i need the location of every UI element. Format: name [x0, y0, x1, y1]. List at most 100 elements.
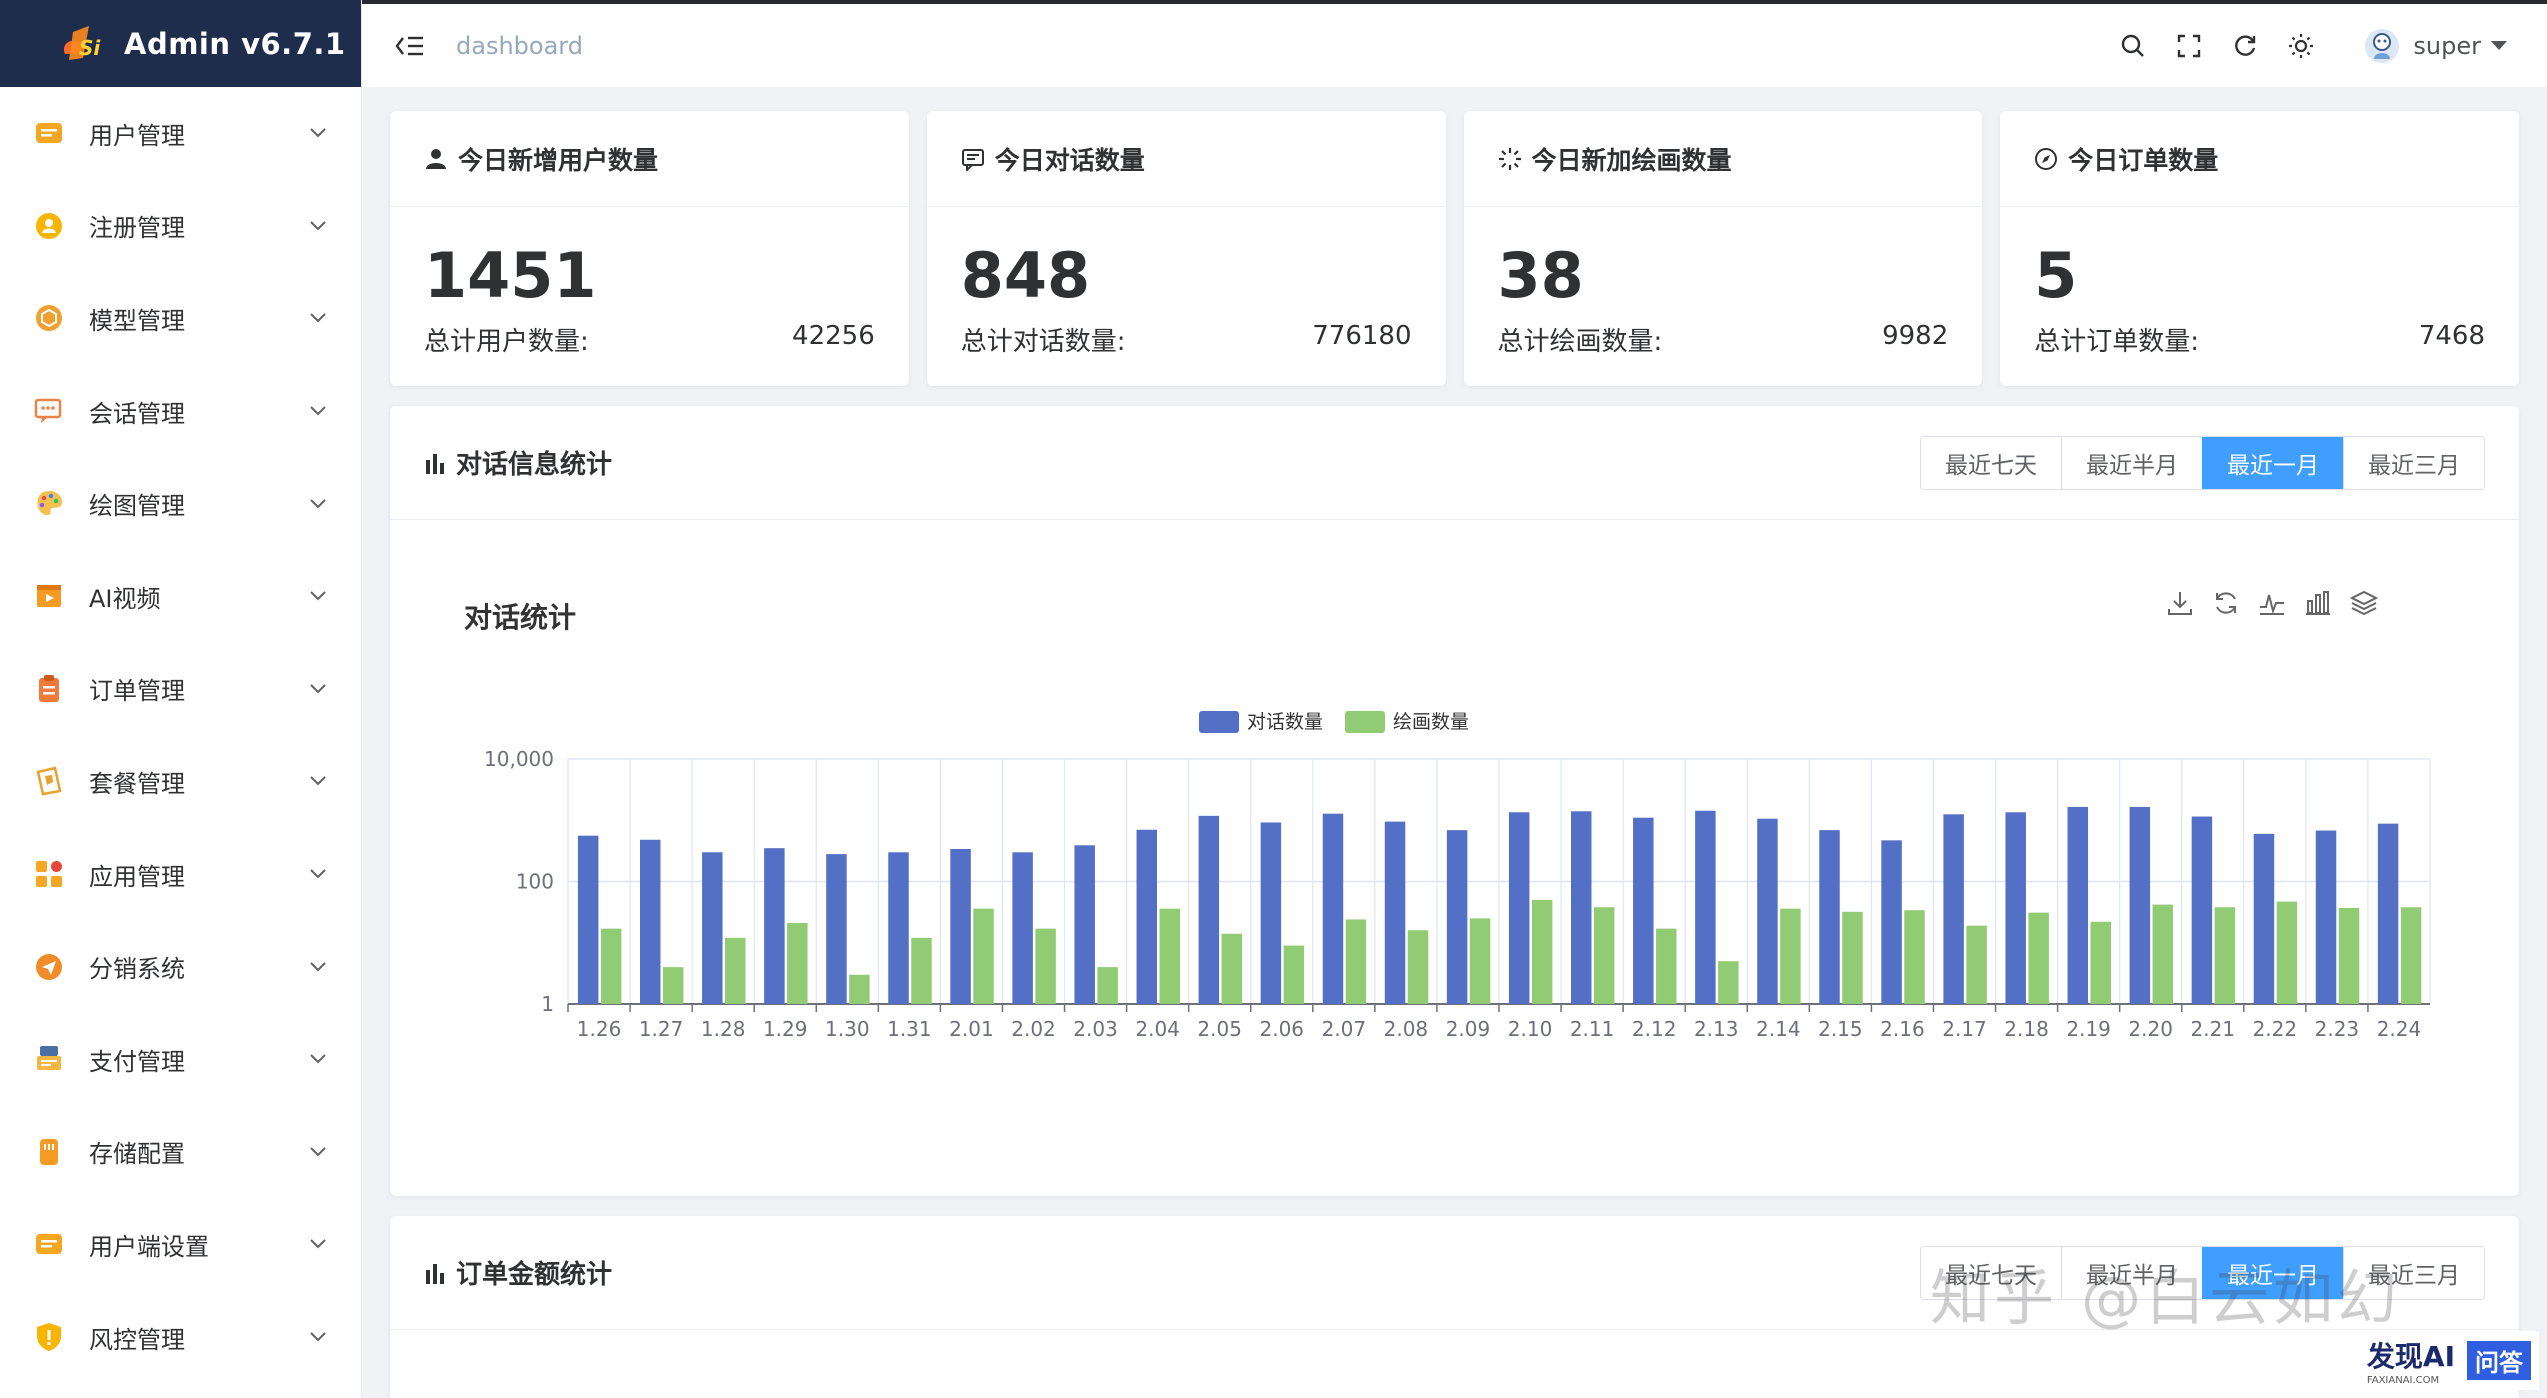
sidebar-item-6[interactable]: 订单管理 [0, 643, 361, 736]
logo-bar[interactable]: Si Admin v6.7.1 [0, 0, 361, 87]
legend-swatch [1345, 711, 1385, 733]
bar-chat [2191, 816, 2213, 1004]
bar-chat [950, 848, 971, 1004]
stat-card-1: 今日对话数量 848 总计对话数量: 776180 [926, 111, 1446, 386]
bar-draw [1097, 967, 1118, 1004]
sidebar-item-3[interactable]: 会话管理 [0, 365, 361, 458]
stat-total-value: 42256 [792, 321, 875, 351]
restore-icon[interactable] [2211, 588, 2241, 618]
sidebar-item-label: 风控管理 [89, 1325, 185, 1354]
bar-draw [2276, 901, 2298, 1004]
bar-chat [1384, 821, 1406, 1004]
range-button-1[interactable]: 最近半月 [2061, 1246, 2202, 1299]
sidebar-item-8[interactable]: 应用管理 [0, 828, 361, 921]
sidebar-item-1[interactable]: 注册管理 [0, 180, 361, 273]
range-button-3[interactable]: 最近三月 [2343, 1246, 2484, 1299]
legend-label: 对话数量 [1247, 711, 1323, 733]
user-dropdown[interactable]: super [2365, 28, 2507, 63]
sidebar-item-label: 模型管理 [89, 306, 185, 335]
stack-icon[interactable] [2349, 588, 2379, 618]
bar-draw [1221, 933, 1243, 1004]
caret-down-icon [2491, 41, 2507, 50]
collapse-sidebar-icon[interactable] [392, 28, 428, 64]
sidebar-item-4[interactable]: 绘图管理 [0, 457, 361, 550]
x-tick-label: 2.05 [1197, 1017, 1242, 1041]
stat-card-0: 今日新增用户数量 1451 总计用户数量: 42256 [390, 111, 909, 386]
sidebar-item-9[interactable]: 分销系统 [0, 920, 361, 1013]
x-tick-label: 2.24 [2377, 1017, 2422, 1041]
sidebar-item-label: 支付管理 [89, 1047, 185, 1076]
palette-icon [32, 487, 66, 521]
sidebar-item-7[interactable]: 套餐管理 [0, 735, 361, 828]
refresh-icon[interactable] [2227, 28, 2263, 64]
stat-card-body: 1451 总计用户数量: 42256 [390, 207, 909, 358]
sidebar-item-label: 应用管理 [89, 862, 185, 891]
x-tick-label: 2.14 [1756, 1017, 1801, 1041]
stat-value: 38 [1497, 239, 1584, 312]
user-circle-icon [32, 209, 66, 243]
bar-toggle-icon[interactable] [2303, 588, 2333, 618]
package-icon [32, 764, 66, 798]
order-stats-title: 订单金额统计 [424, 1254, 1920, 1291]
range-button-0[interactable]: 最近七天 [1921, 1246, 2061, 1299]
storage-icon [32, 1135, 66, 1169]
bar-chart-icon [424, 1262, 446, 1284]
search-icon[interactable] [2115, 28, 2151, 64]
bar-draw [2338, 907, 2360, 1004]
range-button-2[interactable]: 最近一月 [2202, 1246, 2343, 1299]
x-tick-label: 2.22 [2253, 1017, 2298, 1041]
x-tick-label: 2.16 [1880, 1017, 1925, 1041]
sidebar-item-11[interactable]: 存储配置 [0, 1106, 361, 1199]
chat-bubble-icon [32, 394, 66, 428]
sidebar: Si Admin v6.7.1 用户管理 注册管理模型管理会话管理 绘图管理 AI视频… [0, 0, 362, 1398]
x-tick-label: 2.08 [1384, 1017, 1429, 1041]
sidebar-item-5[interactable]: AI视频 [0, 550, 361, 643]
logo-icon: Si [56, 23, 114, 65]
bar-chat [888, 852, 909, 1004]
badge-qa-button[interactable]: 问答 [2467, 1341, 2531, 1380]
fullscreen-icon[interactable] [2171, 28, 2207, 64]
bar-draw [1035, 928, 1056, 1004]
chevron-down-icon [307, 770, 329, 792]
stat-card-body: 848 总计对话数量: 776180 [927, 207, 1446, 358]
stat-total-value: 7468 [2418, 321, 2485, 351]
bar-draw [849, 974, 870, 1004]
chat-bar-chart: 对话数量 绘画数量 1 100 10,000 1.26 1.27 1.28 1.29 1.30 1.… [484, 711, 2431, 1041]
sidebar-item-10[interactable]: 支付管理 [0, 1013, 361, 1106]
sidebar-item-label: 订单管理 [89, 677, 185, 706]
x-tick-label: 1.31 [887, 1017, 932, 1041]
stat-total-label: 总计订单数量: [2034, 327, 2200, 357]
x-tick-label: 1.26 [577, 1017, 622, 1041]
download-icon[interactable] [2165, 588, 2195, 618]
bar-draw [725, 937, 746, 1004]
pos-terminal-icon [32, 1042, 66, 1076]
bar-chat [1508, 812, 1530, 1004]
bar-draw [2152, 904, 2174, 1004]
bar-chat [764, 848, 785, 1004]
dashboard-main: 今日新增用户数量 1451 总计用户数量: 42256 今日对话数量 848 总计对话数量:… [362, 87, 2547, 1398]
theme-sun-icon[interactable] [2283, 28, 2319, 64]
compass-icon [2034, 147, 2058, 171]
sidebar-item-12[interactable]: 用户端设置 [0, 1198, 361, 1291]
line-chart-icon[interactable] [2257, 588, 2287, 618]
bar-chat [1757, 818, 1778, 1004]
bar-draw [2090, 921, 2111, 1004]
sidebar-item-0[interactable]: 用户管理 [0, 87, 361, 180]
breadcrumb[interactable]: dashboard [456, 32, 583, 60]
x-tick-label: 2.12 [1632, 1017, 1677, 1041]
bar-chat [1570, 811, 1592, 1004]
svg-text:Si: Si [79, 36, 101, 60]
stat-card-title: 今日对话数量 [994, 145, 1145, 175]
x-tick-label: 2.02 [1011, 1017, 1056, 1041]
bar-draw [2028, 912, 2049, 1004]
stat-total-label: 总计用户数量: [424, 327, 589, 357]
bar-draw [1407, 930, 1429, 1004]
bar-chat [1074, 845, 1095, 1004]
order-stats-panel: 订单金额统计 最近七天 最近半月 最近一月 最近三月 [390, 1216, 2519, 1398]
sidebar-item-13[interactable]: 风控管理 [0, 1291, 361, 1384]
chart-toolbox [2149, 588, 2379, 618]
chevron-down-icon [307, 493, 329, 515]
x-tick-label: 2.11 [1570, 1017, 1615, 1041]
legend-label: 绘画数量 [1393, 711, 1469, 733]
sidebar-item-2[interactable]: 模型管理 [0, 272, 361, 365]
